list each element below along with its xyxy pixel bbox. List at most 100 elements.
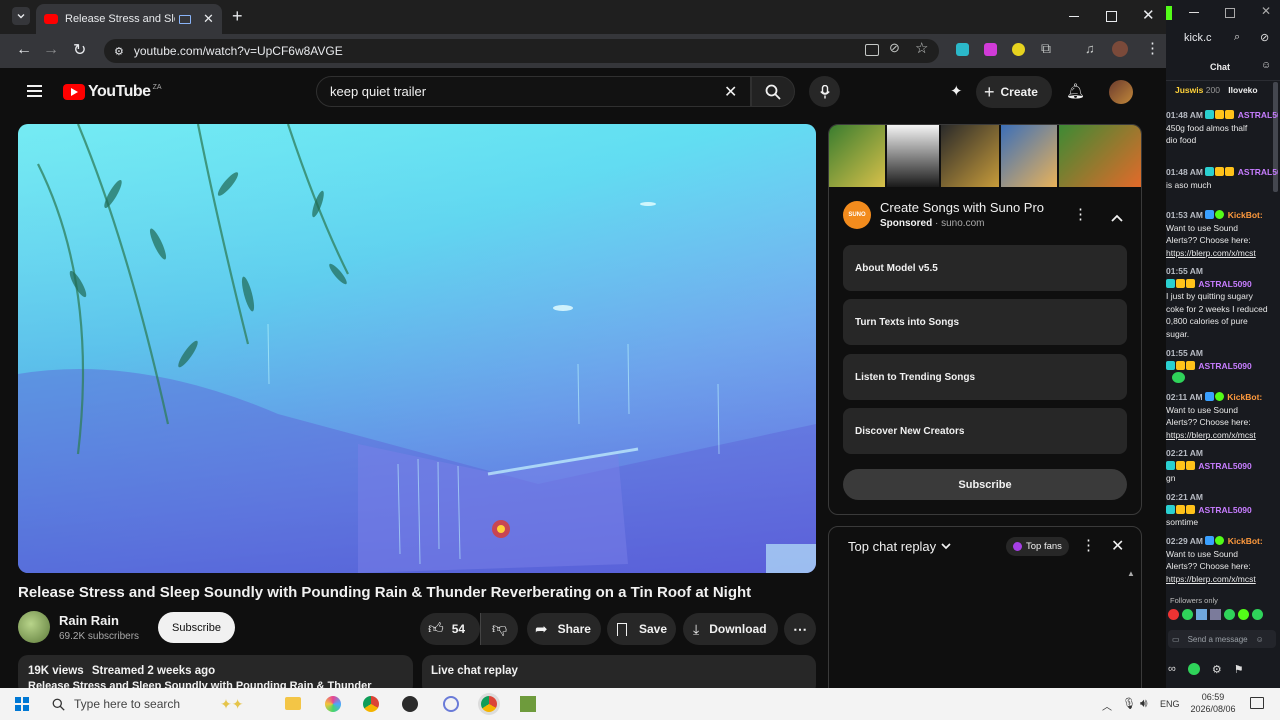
media-control-icon[interactable]: ♫ [1085,41,1095,56]
channel-name[interactable]: Rain Rain [59,613,119,628]
sponsored-ad-card[interactable]: SUNO Create Songs with Suno Pro Sponsore… [828,124,1142,515]
dislike-button[interactable]: 👎︎ [480,613,518,645]
kick-maximize-button[interactable] [1225,8,1235,18]
back-button[interactable]: ← [16,41,32,59]
chrome-active-icon[interactable] [481,696,497,712]
maximize-window-button[interactable] [1106,11,1117,22]
minecraft-icon[interactable] [520,696,536,712]
chat-username: ASTRAL5090 [1237,167,1278,177]
subscriber-count: 69.2K subscribers [59,631,140,642]
chat-username: ASTRAL5090 [1198,504,1252,515]
file-explorer-icon[interactable] [285,697,301,710]
chat-scroll-up-icon[interactable]: ▲ [1127,569,1135,578]
more-actions-button[interactable]: ⋯ [784,613,816,645]
notifications-bell-icon[interactable]: 🔔︎ [1066,82,1085,100]
ad-link-trending-songs[interactable]: Listen to Trending Songs [843,354,1127,400]
extensions-puzzle-icon[interactable]: ⧉ [1041,40,1051,57]
ad-more-options-icon[interactable]: ⋮ [1073,205,1088,223]
taskbar-app-icon[interactable] [325,696,341,712]
mod-icon[interactable]: ⚑ [1234,663,1244,676]
browser-tab[interactable]: Release Stress and Sleep Sc ✕ [36,4,222,34]
kick-message: 02:29 AM KickBot: Want to use Sound Alert… [1166,535,1278,585]
top-fans-label: Top fans [1026,541,1062,552]
ad-link-about-model[interactable]: About Model v5.5 [843,245,1127,291]
extension-3-icon[interactable] [1012,43,1025,56]
subscribe-button[interactable]: Subscribe [158,612,235,643]
search-highlight-icon: ✦✦ [220,695,244,712]
emote [1210,609,1221,620]
bookmark-star-icon[interactable]: ☆ [915,39,928,57]
suno-logo[interactable]: SUNO [843,201,871,229]
kick-users-icon[interactable]: ☺ [1261,60,1271,71]
chat-link[interactable]: https://blerp.com/x/mcst [1166,247,1278,260]
ad-banner-collage[interactable] [829,125,1141,187]
collapse-chevron-icon[interactable] [1111,209,1123,227]
ad-link-new-creators[interactable]: Discover New Creators [843,408,1127,454]
profile-avatar-icon[interactable] [1112,41,1128,57]
link-icon[interactable]: ∞ [1168,663,1176,675]
kick-logo-icon[interactable] [1187,663,1200,675]
minimize-window-button[interactable] [1069,16,1079,17]
channel-avatar[interactable] [18,611,50,643]
tray-overflow-icon[interactable]: ︿ [1102,698,1112,713]
close-window-button[interactable]: ✕ [1142,6,1155,24]
emote-bar[interactable] [1168,609,1278,623]
notifications-icon[interactable] [1250,697,1264,709]
create-button[interactable]: + Create [976,76,1052,108]
snipping-tool-icon[interactable] [443,696,459,712]
ai-assistant-icon[interactable]: ✦ [950,82,963,100]
download-icon: ⤓ [693,620,700,637]
leaderboard-user-2: Iloveko [1228,85,1258,95]
search-input[interactable]: keep quiet trailer [316,76,751,107]
clock[interactable]: 06:59 2026/08/06 [1190,691,1236,715]
close-tab-icon[interactable]: ✕ [203,11,214,27]
send-message-input[interactable]: ▭ Send a message ☺ [1168,630,1276,648]
site-info-icon[interactable]: ⚙ [114,45,124,58]
chat-link[interactable]: https://blerp.com/x/mcst [1166,429,1278,442]
kick-zoom-icon[interactable]: ⌕ [1234,31,1240,44]
kick-message: 01:48 AM ASTRAL5090 450g food almos thal… [1166,109,1278,147]
obs-icon[interactable] [402,696,418,712]
taskbar-search-box[interactable]: Type here to search ✦✦ [44,692,269,716]
ad-subscribe-button[interactable]: Subscribe [843,469,1127,500]
search-button[interactable] [751,76,795,107]
chat-link[interactable]: https://blerp.com/x/mcst [1166,573,1278,586]
browser-menu-icon[interactable]: ⋮ [1145,39,1160,57]
kick-hide-icon[interactable]: ⊘ [1260,31,1269,44]
emoji-icon[interactable]: ☺ [1256,635,1264,644]
extension-2-icon[interactable] [984,43,997,56]
youtube-logo[interactable]: YouTube ZA [63,83,162,101]
kick-close-button[interactable]: ✕ [1261,4,1271,18]
hamburger-menu-icon[interactable] [27,85,42,97]
video-player[interactable] [18,124,816,573]
ad-link-texts-to-songs[interactable]: Turn Texts into Songs [843,299,1127,345]
language-indicator[interactable]: ENG [1160,699,1180,709]
tab-list-button[interactable] [12,7,30,25]
clear-search-icon[interactable]: ✕ [724,82,737,102]
share-button[interactable]: ➦ Share [527,613,601,645]
reload-button[interactable]: ↻ [73,40,86,60]
top-fans-chip[interactable]: Top fans [1006,537,1069,556]
new-tab-button[interactable]: + [232,6,243,27]
chat-more-options-icon[interactable]: ⋮ [1081,536,1096,554]
microphone-tray-icon[interactable]: 🎙︎ [1122,697,1136,710]
chat-mode-label: Top chat replay [848,539,937,554]
voice-search-button[interactable] [809,76,840,107]
forward-button[interactable]: → [43,41,59,59]
save-button[interactable]: Save [607,613,676,645]
chrome-icon[interactable] [363,696,379,712]
extension-1-icon[interactable] [956,43,969,56]
windows-start-button[interactable] [15,697,29,711]
kick-minimize-button[interactable] [1189,12,1199,13]
download-button[interactable]: ⤓ Download [683,613,778,645]
settings-gear-icon[interactable]: ⚙ [1212,663,1222,676]
like-button[interactable]: 👍︎ 54 [420,613,480,645]
volume-icon[interactable]: 🔊︎ [1140,696,1148,711]
chat-mode-dropdown[interactable]: Top chat replay [848,539,951,554]
tracking-protection-icon[interactable]: ⊘ [889,40,900,56]
account-avatar[interactable] [1109,80,1133,104]
close-chat-icon[interactable]: ✕ [1111,536,1124,556]
address-bar[interactable]: ⚙ youtube.com/watch?v=UpCF6w8AVGE [104,39,939,63]
install-app-icon[interactable] [865,44,879,56]
ad-title[interactable]: Create Songs with Suno Pro [880,200,1044,215]
